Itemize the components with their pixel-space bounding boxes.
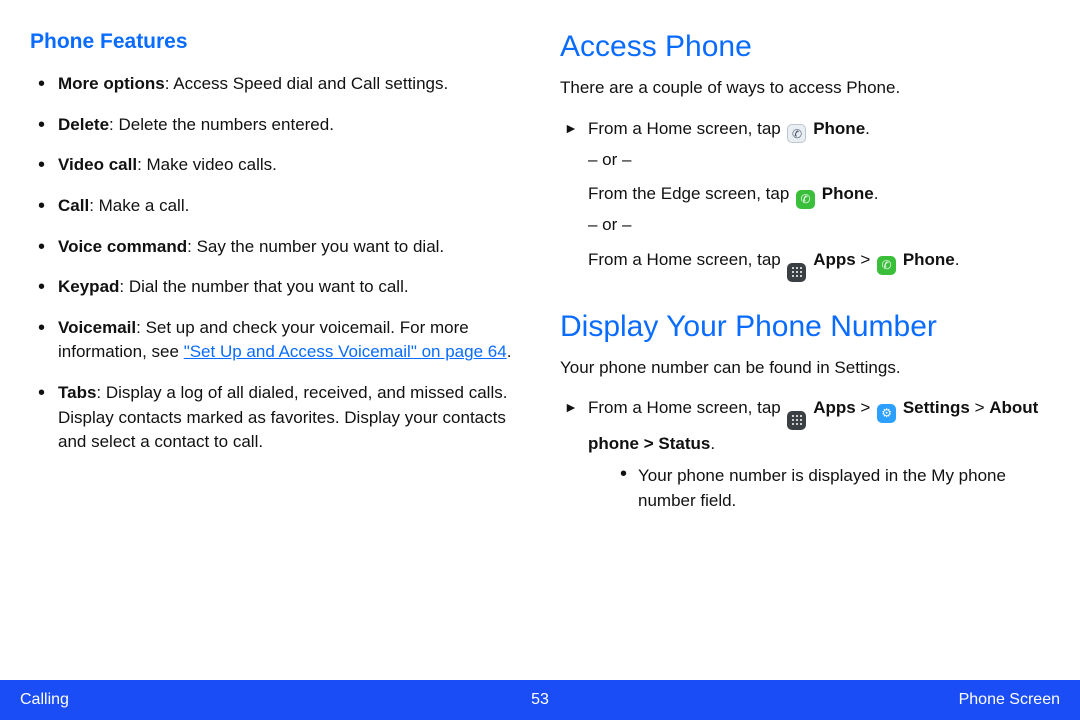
left-column: Phone Features More options: Access Spee… <box>30 30 520 670</box>
access-phone-heading: Access Phone <box>560 30 1050 64</box>
settings-icon: ⚙ <box>877 404 896 423</box>
list-item: Keypad: Dial the number that you want to… <box>30 275 520 300</box>
feature-desc: : Say the number you want to dial. <box>187 237 444 256</box>
apps-icon <box>787 411 806 430</box>
apps-label: Apps <box>813 398 856 417</box>
phone-label: Phone <box>822 184 874 203</box>
feature-label: Tabs <box>58 383 96 402</box>
list-item: More options: Access Speed dial and Call… <box>30 72 520 97</box>
or-separator: – or – <box>588 211 1050 240</box>
sub-point-text: Your phone number is displayed in the My… <box>638 466 1006 511</box>
status-label: Status <box>658 434 710 453</box>
display-number-intro: Your phone number can be found in Settin… <box>560 356 1050 381</box>
or-separator: – or – <box>588 146 1050 175</box>
feature-label: Call <box>58 196 89 215</box>
phone-green-icon: ✆ <box>877 256 896 275</box>
footer-left: Calling <box>20 691 69 709</box>
display-number-step: From a Home screen, tap Apps > ⚙ Setting… <box>560 394 1050 513</box>
footer-right: Phone Screen <box>959 691 1060 709</box>
list-item: Video call: Make video calls. <box>30 153 520 178</box>
gt-separator: > <box>639 434 658 453</box>
step-suffix: . <box>865 119 870 138</box>
list-item: Your phone number is displayed in the My… <box>616 463 1050 514</box>
list-item: Delete: Delete the numbers entered. <box>30 113 520 138</box>
feature-label: Video call <box>58 155 137 174</box>
feature-label: Voice command <box>58 237 187 256</box>
gt-separator: > <box>856 250 875 269</box>
feature-desc: : Make a call. <box>89 196 189 215</box>
access-phone-step: From a Home screen, tap ✆ Phone. – or – … <box>560 115 1050 282</box>
feature-desc-after: . <box>507 342 512 361</box>
display-number-heading: Display Your Phone Number <box>560 310 1050 344</box>
apps-label: Apps <box>813 250 856 269</box>
feature-desc: : Dial the number that you want to call. <box>119 277 408 296</box>
settings-label: Settings <box>903 398 970 417</box>
feature-label: Keypad <box>58 277 119 296</box>
page-footer: Calling 53 Phone Screen <box>0 680 1080 720</box>
feature-desc: : Access Speed dial and Call settings. <box>165 74 449 93</box>
list-item: Call: Make a call. <box>30 194 520 219</box>
feature-desc: : Delete the numbers entered. <box>109 115 334 134</box>
feature-label: More options <box>58 74 165 93</box>
feature-label: Voicemail <box>58 318 136 337</box>
step-text-prefix: From the Edge screen, tap <box>588 184 794 203</box>
gt-separator: > <box>856 398 875 417</box>
phone-label: Phone <box>903 250 955 269</box>
list-item: Voice command: Say the number you want t… <box>30 235 520 260</box>
phone-features-heading: Phone Features <box>30 30 520 54</box>
list-item: Voicemail: Set up and check your voicema… <box>30 316 520 365</box>
phone-features-list: More options: Access Speed dial and Call… <box>30 72 520 455</box>
footer-page-number: 53 <box>531 691 549 709</box>
right-column: Access Phone There are a couple of ways … <box>560 30 1050 670</box>
step-text-prefix: From a Home screen, tap <box>588 250 785 269</box>
phone-label: Phone <box>813 119 865 138</box>
page-body: Phone Features More options: Access Spee… <box>0 0 1080 680</box>
gt-separator: > <box>970 398 989 417</box>
step-text-prefix: From a Home screen, tap <box>588 119 785 138</box>
step-suffix: . <box>710 434 715 453</box>
step-suffix: . <box>955 250 960 269</box>
feature-desc: : Make video calls. <box>137 155 277 174</box>
step-suffix: . <box>874 184 879 203</box>
access-phone-intro: There are a couple of ways to access Pho… <box>560 76 1050 101</box>
phone-green-icon: ✆ <box>796 190 815 209</box>
feature-desc: : Display a log of all dialed, received,… <box>58 383 507 451</box>
apps-icon <box>787 263 806 282</box>
phone-outline-icon: ✆ <box>787 124 806 143</box>
feature-label: Delete <box>58 115 109 134</box>
display-number-sub-list: Your phone number is displayed in the My… <box>588 463 1050 514</box>
list-item: Tabs: Display a log of all dialed, recei… <box>30 381 520 455</box>
step-text-prefix: From a Home screen, tap <box>588 398 785 417</box>
voicemail-link[interactable]: "Set Up and Access Voicemail" on page 64 <box>184 342 507 361</box>
